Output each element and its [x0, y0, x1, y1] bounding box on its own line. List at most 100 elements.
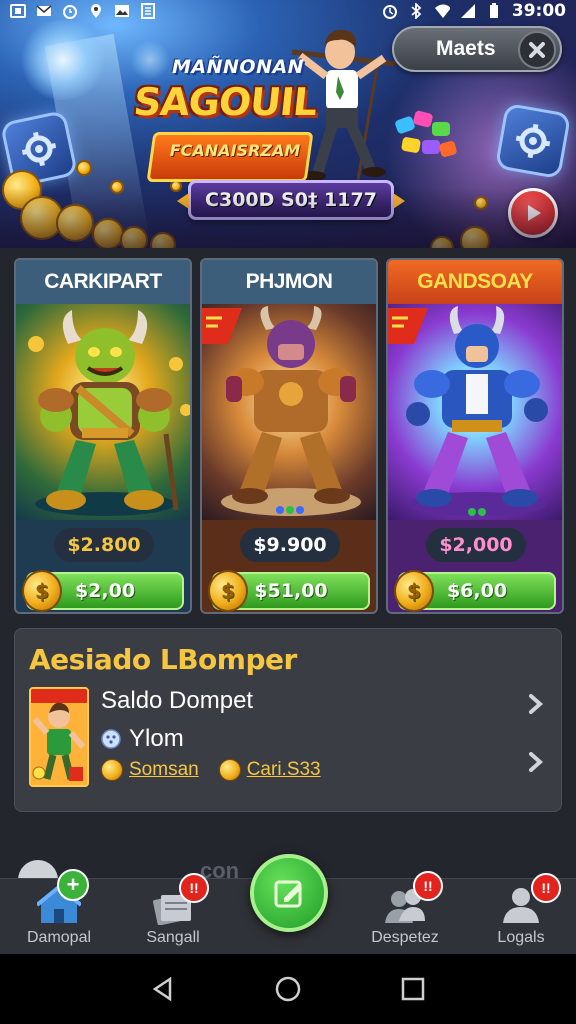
logo-title: SAGOUIL	[131, 80, 319, 124]
coin-icon	[2, 170, 42, 210]
home-icon: +	[35, 869, 89, 925]
play-icon	[528, 205, 541, 221]
nav-item-home[interactable]: + Damopal	[4, 869, 114, 955]
notification-box-icon	[10, 3, 26, 19]
buy-button[interactable]: $ $2,00	[22, 570, 184, 612]
card-price: $2.800	[54, 528, 154, 562]
cards-icon: !!	[151, 873, 209, 926]
notification-badge: !!	[413, 871, 443, 901]
alarm-icon	[62, 3, 78, 19]
card-artwork	[202, 304, 376, 520]
character-card[interactable]: PHJMON $9.900 $ $51,00	[200, 258, 378, 614]
wallet-link-cari[interactable]: Cari.S33	[218, 759, 321, 781]
play-button[interactable]	[508, 188, 558, 238]
maets-button[interactable]: Maets	[392, 26, 562, 72]
maets-label: Maets	[436, 37, 496, 60]
card-title: GANDSOAY	[388, 260, 562, 304]
character-card[interactable]: CARKIPART $2.800 $ $2,00	[14, 258, 192, 614]
score-plate: C300D S0‡ 1177	[177, 180, 405, 220]
card-artwork	[388, 304, 562, 520]
wallet-account-name: Ylom	[129, 725, 184, 752]
recents-icon[interactable]	[400, 976, 426, 1002]
card-footer: $2.800 $ $2,00	[16, 520, 190, 612]
document-icon	[140, 3, 156, 19]
panel-title: Aesiado LBomper	[29, 643, 297, 676]
battery-icon	[486, 3, 502, 19]
back-icon[interactable]	[150, 976, 176, 1002]
nav-item-people[interactable]: !! Despetez	[350, 871, 460, 955]
nav-label: Damopal	[26, 929, 92, 946]
coin-icon	[218, 759, 241, 781]
user-icon: !!	[499, 873, 561, 925]
wifi-icon	[434, 3, 450, 19]
wallet-link-label: Cari.S33	[246, 759, 321, 780]
globe-icon	[101, 729, 121, 749]
hero-banner: MAÑNONAN SAGOUIL FCANAISRZAM C300D S0‡ 1…	[0, 0, 576, 248]
nav-item-user[interactable]: !! Logals	[466, 873, 576, 955]
edit-square-icon	[274, 880, 302, 908]
coin-icon	[120, 226, 148, 248]
nav-label: Logals	[497, 929, 545, 946]
buy-button-label: $6,00	[446, 580, 508, 602]
coin-icon: $	[22, 570, 62, 612]
buy-button[interactable]: $ $51,00	[208, 570, 370, 612]
nav-item-cards[interactable]: !! Sangall	[118, 873, 228, 955]
coin-icon: $	[208, 570, 248, 612]
goblin-warrior-illustration	[28, 310, 190, 516]
player-thumbnail[interactable]	[29, 687, 89, 787]
coin-icon	[474, 196, 488, 210]
home-circle-icon[interactable]	[275, 976, 301, 1002]
wallet-links: Somsan Cari.S33	[101, 759, 321, 781]
card-title: PHJMON	[202, 260, 376, 304]
gear-icon	[494, 102, 572, 180]
people-icon: !!	[383, 871, 443, 925]
coin-icon	[92, 218, 124, 248]
coin-icon	[76, 160, 92, 176]
logo-top-text: MAÑNONAN	[172, 56, 305, 78]
coin-icon	[56, 204, 94, 242]
location-icon	[88, 3, 104, 19]
center-action-button[interactable]	[250, 854, 328, 932]
logo-subtitle: FCANAISRZAM	[169, 141, 301, 160]
card-artwork	[16, 304, 190, 520]
card-footer: $2,000 $ $6,00	[388, 520, 562, 612]
character-card[interactable]: GANDSOAY $2,000 $ $6,00	[386, 258, 564, 614]
signal-icon	[460, 3, 476, 19]
wallet-link-somsan[interactable]: Somsan	[101, 759, 199, 781]
buy-button[interactable]: $ $6,00	[394, 570, 556, 612]
game-screen: MAÑNONAN SAGOUIL FCANAISRZAM C300D S0‡ 1…	[0, 0, 576, 1024]
chevron-right-icon[interactable]	[527, 751, 545, 773]
mail-icon	[36, 3, 52, 19]
coin-icon	[110, 180, 124, 194]
buy-button-label: $2,00	[74, 580, 136, 602]
card-price: $9.900	[240, 528, 340, 562]
wallet-link-label: Somsan	[129, 759, 199, 780]
close-icon[interactable]	[518, 31, 556, 69]
sale-ribbon-icon	[202, 308, 242, 344]
wallet-account-row: Ylom	[101, 725, 184, 753]
player-avatar-image	[31, 689, 87, 785]
wallet-panel: Aesiado LBomper Saldo Dompet Ylom Somsan…	[14, 628, 562, 812]
system-navigation-bar	[0, 954, 576, 1024]
card-price: $2,000	[426, 528, 526, 562]
alarm-clock-icon	[382, 3, 398, 19]
coin-icon	[20, 196, 64, 240]
coin-icon	[101, 759, 123, 781]
sale-ribbon-icon	[388, 308, 428, 344]
spotlight	[18, 20, 108, 100]
notification-badge: !!	[179, 873, 209, 903]
coin-icon	[150, 232, 176, 248]
nav-label: Sangall	[146, 929, 200, 946]
notification-badge: !!	[531, 873, 561, 903]
coin-icon	[460, 226, 490, 248]
status-time: 39:00	[511, 1, 566, 21]
buy-button-label: $51,00	[254, 580, 328, 602]
candy-illustration	[395, 110, 457, 157]
spotlight	[130, 40, 170, 80]
coin-icon	[430, 236, 454, 248]
bluetooth-icon	[408, 3, 424, 19]
wallet-balance-label: Saldo Dompet	[101, 687, 254, 714]
character-cards: CARKIPART $2.800 $ $2,00 PHJMON $9.900 $…	[14, 258, 564, 614]
image-icon	[114, 3, 130, 19]
chevron-right-icon[interactable]	[527, 693, 545, 715]
